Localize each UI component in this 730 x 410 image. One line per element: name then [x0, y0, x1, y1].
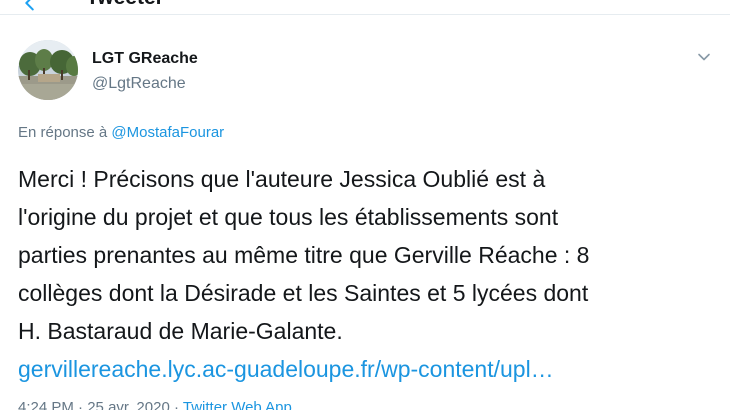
tweet-text-line: parties prenantes au même titre que Gerv…	[18, 242, 590, 268]
tweet-text-line: l'origine du projet et que tous les étab…	[18, 204, 559, 230]
tweet-text-line: collèges dont la Désirade et les Saintes…	[18, 280, 589, 306]
tweet-time[interactable]: 4:24 PM	[18, 399, 74, 410]
tweet-meta: 4:24 PM · 25 avr. 2020 · Twitter Web App	[18, 398, 292, 410]
tweet-text-line: H. Bastaraud de Marie-Galante.	[18, 318, 343, 344]
tweet-text: Merci ! Précisons que l'auteure Jessica …	[18, 160, 718, 388]
tweet-source-link[interactable]: Twitter Web App	[183, 399, 292, 410]
page-title: Tweeter	[86, 0, 164, 12]
meta-separator: ·	[73, 399, 88, 410]
avatar[interactable]	[18, 40, 78, 100]
reply-prefix: En réponse à	[18, 124, 112, 141]
author-handle[interactable]: @LgtReache	[92, 74, 186, 94]
tweet-url-link[interactable]: gervillereache.lyc.ac-guadeloupe.fr/wp-c…	[18, 350, 718, 388]
reply-mention-link[interactable]: @MostafaFourar	[111, 124, 224, 141]
author-name[interactable]: LGT GReache	[92, 49, 198, 69]
chevron-down-icon[interactable]	[696, 49, 712, 65]
avatar-image	[18, 40, 78, 100]
tweet-page: Tweeter LGT GReache @LgtReache En répons…	[0, 0, 730, 410]
tweet-date[interactable]: 25 avr. 2020	[87, 399, 170, 410]
tweet-text-line: Merci ! Précisons que l'auteure Jessica …	[18, 166, 546, 192]
reply-context: En réponse à @MostafaFourar	[18, 123, 224, 143]
top-header: Tweeter	[0, 0, 730, 15]
back-arrow-icon[interactable]	[19, 0, 41, 14]
meta-separator: ·	[169, 399, 183, 410]
